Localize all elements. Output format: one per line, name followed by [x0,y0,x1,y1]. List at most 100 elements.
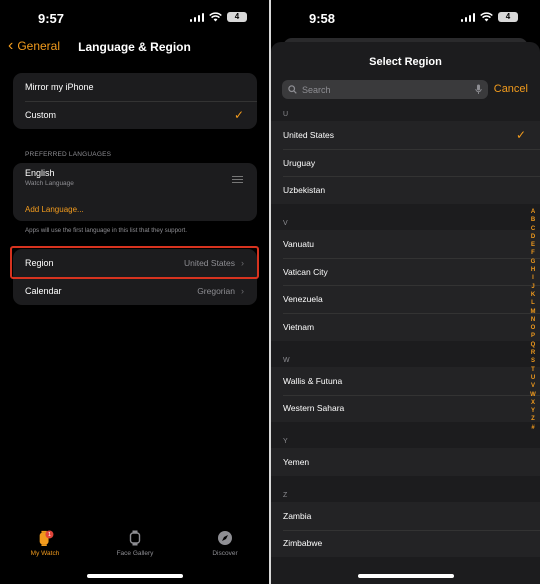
region-item-label: Uzbekistan [283,185,326,196]
index-letter[interactable]: B [531,216,535,224]
language-name: English [25,168,55,178]
status-bar: 9:57 4 [0,0,269,36]
region-item-label: Wallis & Futuna [283,375,343,386]
region-group: Region United States › Calendar Gregorian… [13,249,257,305]
index-letter[interactable]: F [531,249,535,257]
region-item[interactable]: Zambia [271,501,540,530]
index-letter[interactable]: W [530,391,536,399]
calendar-row[interactable]: Calendar Gregorian › [13,277,257,305]
region-item-label: Vatican City [283,266,328,277]
index-letter[interactable]: G [531,258,536,266]
region-item[interactable]: Venezuela [271,285,540,314]
status-time: 9:57 [38,11,65,26]
index-letter[interactable]: E [531,241,535,249]
index-letter[interactable]: L [531,299,535,307]
chevron-right-icon: › [241,286,244,296]
section-gap [271,340,540,354]
index-letter[interactable]: V [531,382,535,390]
region-item-label: Uruguay [283,157,316,168]
signal-icon [460,12,475,22]
region-item[interactable]: Uruguay [271,148,540,177]
region-label: Region [25,258,54,268]
index-letter[interactable]: U [531,374,535,382]
language-row-english[interactable]: English Watch Language [13,163,257,197]
sheet-title: Select Region [369,56,442,68]
index-letter[interactable]: J [531,283,534,291]
alphabet-index[interactable]: A B C D E F G H I J K L M N O P Q R S T U V W X Y Z # [529,208,537,432]
index-letter[interactable]: K [531,291,535,299]
region-value: United States [183,258,235,268]
preferred-languages-header: PREFERRED LANGUAGES [25,151,112,158]
reorder-handle-icon[interactable] [232,176,243,185]
region-item-label: Vanuatu [283,238,315,249]
region-item[interactable]: Uzbekistan [271,176,540,205]
calendar-value: Gregorian [197,286,235,296]
index-letter[interactable]: P [531,332,535,340]
index-letter[interactable]: S [531,357,535,365]
tab-face-gallery[interactable]: Face Gallery [95,530,175,557]
index-letter[interactable]: # [531,424,534,432]
section-gap [271,204,540,218]
mirror-label: Mirror my iPhone [25,82,94,92]
section-header-y: Y [271,435,540,449]
page-title: Language & Region [78,40,191,54]
region-row[interactable]: Region United States › [13,249,257,277]
search-placeholder: Search [302,84,331,95]
region-item[interactable]: Yemen [271,448,540,476]
index-letter[interactable]: Z [531,415,535,423]
compass-icon [218,531,232,545]
region-item-label: United States [283,129,335,140]
index-letter[interactable]: A [531,208,535,216]
select-region-sheet: Select Region Search Cancel U United Sta… [271,42,540,584]
index-letter[interactable]: T [531,366,535,374]
my-watch-badge: 1 [48,532,51,538]
region-item-label: Yemen [283,457,310,468]
custom-option[interactable]: Custom ✓ [13,101,257,129]
status-time: 9:58 [309,11,336,26]
nav-bar: ‹ General Language & Region [0,36,269,60]
region-item-label: Zimbabwe [283,538,323,549]
cancel-button[interactable]: Cancel [494,83,528,95]
region-item-label: Venezuela [283,294,323,305]
tab-discover[interactable]: Discover [185,530,265,557]
index-letter[interactable]: C [531,225,535,233]
index-letter[interactable]: X [531,399,535,407]
index-letter[interactable]: N [531,316,535,324]
search-icon [288,85,297,94]
calendar-label: Calendar [25,286,62,296]
tab-my-watch-label: My Watch [30,550,60,557]
search-input[interactable]: Search [282,80,488,99]
region-item[interactable]: Vanuatu [271,230,540,258]
mirror-iphone-option[interactable]: Mirror my iPhone [13,73,257,101]
index-letter[interactable]: Y [531,407,535,415]
add-language-button[interactable]: Add Language... [13,197,257,221]
index-letter[interactable]: M [531,308,536,316]
checkmark-icon: ✓ [515,127,526,142]
microphone-icon[interactable] [475,84,482,95]
custom-label: Custom [25,110,57,120]
index-letter[interactable]: D [531,233,535,241]
index-letter[interactable]: H [531,266,535,274]
region-list: U United States ✓ Uruguay Uzbekistan V Va… [271,108,540,558]
region-item[interactable]: United States ✓ [271,121,540,149]
index-letter[interactable]: Q [531,341,536,349]
section-header-z: Z [271,488,540,502]
tab-my-watch[interactable]: 1 My Watch [5,530,85,557]
home-indicator[interactable] [357,574,454,578]
mirror-group: Mirror my iPhone Custom ✓ [13,73,257,129]
region-item[interactable]: Western Sahara [271,394,540,423]
index-letter[interactable]: I [532,274,534,282]
wifi-icon [209,12,222,22]
index-letter[interactable]: R [531,349,535,357]
language-sub: Watch Language [25,180,74,187]
region-item-label: Western Sahara [283,403,345,414]
languages-group: English Watch Language Add Language... [13,163,257,221]
index-letter[interactable]: O [531,324,536,332]
region-item[interactable]: Vietnam [271,313,540,341]
left-screen: 9:57 4 ‹ General Language & Region Mirro… [0,0,269,584]
region-item[interactable]: Vatican City [271,257,540,286]
region-item[interactable]: Wallis & Futuna [271,366,540,395]
home-indicator[interactable] [86,574,183,578]
region-item[interactable]: Zimbabwe [271,529,540,558]
chevron-right-icon: › [241,258,244,268]
